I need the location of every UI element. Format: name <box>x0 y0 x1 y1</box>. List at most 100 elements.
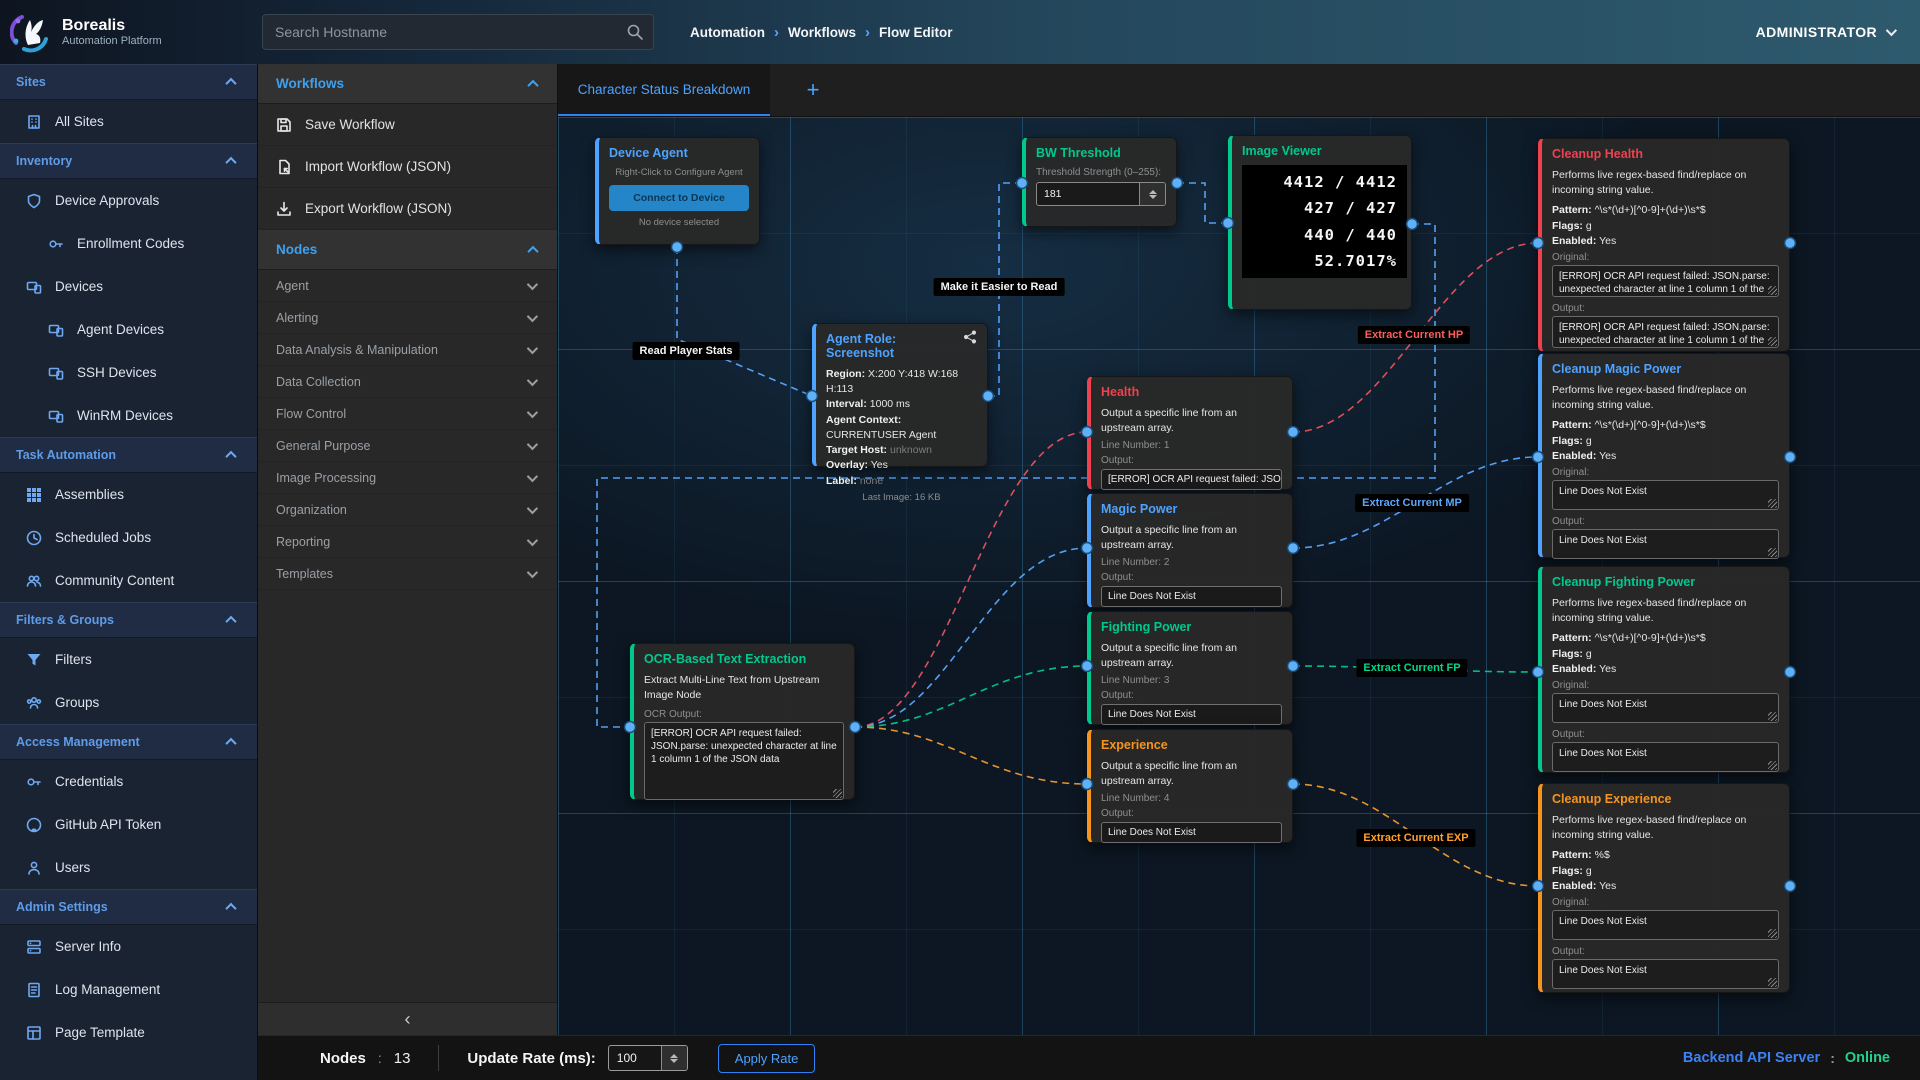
output-field[interactable]: [ERROR] OCR API request failed: JSON.par… <box>1101 469 1282 490</box>
sidebar-item-community-content[interactable]: Community Content <box>0 559 257 602</box>
section-filters-groups[interactable]: Filters & Groups <box>0 602 257 638</box>
sidebar-item-users[interactable]: Users <box>0 846 257 889</box>
sidebar-item-winrm-devices[interactable]: WinRM Devices <box>0 394 257 437</box>
pattern-value: ^\s*(\d+)[^0-9]+(\d+)\s*$ <box>1595 632 1706 644</box>
import-workflow-button[interactable]: Import Workflow (JSON) <box>258 146 557 188</box>
node-bw-threshold[interactable]: BW Threshold Threshold Strength (0–255): <box>1022 137 1177 227</box>
category-general-purpose[interactable]: General Purpose <box>258 430 557 462</box>
node-fighting-power[interactable]: Fighting Power Output a specific line fr… <box>1087 611 1293 725</box>
sidebar-item-enrollment-codes[interactable]: Enrollment Codes <box>0 222 257 265</box>
original-textarea[interactable]: Line Does Not Exist <box>1552 693 1779 723</box>
sidebar-item-all-sites[interactable]: All Sites <box>0 100 257 143</box>
crumb-flow-editor[interactable]: Flow Editor <box>879 25 953 40</box>
update-rate-input[interactable] <box>609 1046 661 1070</box>
output-textarea[interactable]: Line Does Not Exist <box>1552 959 1779 989</box>
output-field[interactable]: Line Does Not Exist <box>1101 586 1282 607</box>
output-label: Output: <box>1101 455 1282 466</box>
output-textarea[interactable]: Line Does Not Exist <box>1552 529 1779 559</box>
node-ocr-text-extraction[interactable]: OCR-Based Text Extraction Extract Multi-… <box>630 643 855 800</box>
original-textarea[interactable]: Line Does Not Exist <box>1552 910 1779 940</box>
section-task-automation[interactable]: Task Automation <box>0 437 257 473</box>
category-reporting[interactable]: Reporting <box>258 526 557 558</box>
tab-character-status-breakdown[interactable]: Character Status Breakdown <box>558 64 770 116</box>
node-title: Device Agent <box>609 146 749 160</box>
node-cleanup-health[interactable]: Cleanup Health Performs live regex-based… <box>1538 138 1790 352</box>
sidebar-item-server-info[interactable]: Server Info <box>0 925 257 968</box>
number-spinner[interactable] <box>661 1046 687 1070</box>
stat-line-mp: 427 / 427 <box>1252 199 1397 217</box>
clock-icon <box>26 530 42 546</box>
node-agent-role-screenshot[interactable]: Agent Role: Screenshot Region: X:200 Y:4… <box>812 323 988 467</box>
output-field[interactable]: Line Does Not Exist <box>1101 704 1282 725</box>
node-experience[interactable]: Experience Output a specific line from a… <box>1087 729 1293 843</box>
threshold-value-input[interactable] <box>1037 183 1139 205</box>
original-textarea[interactable]: [ERROR] OCR API request failed: JSON.par… <box>1552 265 1779 297</box>
apply-rate-button[interactable]: Apply Rate <box>718 1044 816 1073</box>
output-field[interactable]: Line Does Not Exist <box>1101 822 1282 843</box>
sidebar-item-device-approvals[interactable]: Device Approvals <box>0 179 257 222</box>
node-image-viewer[interactable]: Image Viewer 4412 / 4412 427 / 427 440 /… <box>1228 135 1412 310</box>
ocr-output-textarea[interactable]: [ERROR] OCR API request failed: JSON.par… <box>644 722 844 800</box>
sidebar-item-page-template[interactable]: Page Template <box>0 1011 257 1054</box>
category-organization[interactable]: Organization <box>258 494 557 526</box>
connect-to-device-button[interactable]: Connect to Device <box>609 185 749 211</box>
add-tab-button[interactable]: + <box>770 64 856 116</box>
status-bar: Nodes : 13 Update Rate (ms): Apply Rate … <box>258 1035 1920 1080</box>
item-label: Credentials <box>55 774 123 789</box>
crumb-workflows[interactable]: Workflows <box>788 25 856 40</box>
sidebar-item-ssh-devices[interactable]: SSH Devices <box>0 351 257 394</box>
node-cleanup-experience[interactable]: Cleanup Experience Performs live regex-b… <box>1538 783 1790 993</box>
sidebar-item-agent-devices[interactable]: Agent Devices <box>0 308 257 351</box>
export-workflow-button[interactable]: Export Workflow (JSON) <box>258 188 557 230</box>
number-spinner[interactable] <box>1139 183 1165 205</box>
category-data-analysis[interactable]: Data Analysis & Manipulation <box>258 334 557 366</box>
sidebar-item-devices[interactable]: Devices <box>0 265 257 308</box>
output-textarea[interactable]: Line Does Not Exist <box>1552 742 1779 772</box>
original-textarea[interactable]: Line Does Not Exist <box>1552 480 1779 510</box>
category-agent[interactable]: Agent <box>258 270 557 302</box>
sidebar-item-github-api-token[interactable]: GitHub API Token <box>0 803 257 846</box>
user-menu[interactable]: ADMINISTRATOR <box>1756 24 1894 40</box>
category-flow-control[interactable]: Flow Control <box>258 398 557 430</box>
section-inventory[interactable]: Inventory <box>0 143 257 179</box>
item-label: Users <box>55 860 90 875</box>
sidebar-item-groups[interactable]: Groups <box>0 681 257 724</box>
save-workflow-button[interactable]: Save Workflow <box>258 104 557 146</box>
borealis-app: Borealis Automation Platform Automation … <box>0 0 1920 1080</box>
workflows-header[interactable]: Workflows <box>258 64 557 104</box>
section-access-management[interactable]: Access Management <box>0 724 257 760</box>
node-cleanup-fighting-power[interactable]: Cleanup Fighting Power Performs live reg… <box>1538 566 1790 773</box>
section-admin-settings[interactable]: Admin Settings <box>0 889 257 925</box>
crumb-automation[interactable]: Automation <box>690 25 765 40</box>
nodes-header[interactable]: Nodes <box>258 230 557 270</box>
original-label: Original: <box>1552 680 1779 691</box>
chevron-up-icon <box>225 738 236 749</box>
sidebar-item-assemblies[interactable]: Assemblies <box>0 473 257 516</box>
category-templates[interactable]: Templates <box>258 558 557 590</box>
category-data-collection[interactable]: Data Collection <box>258 366 557 398</box>
collapse-panel-button[interactable]: ‹ <box>258 1002 557 1035</box>
share-icon[interactable] <box>963 330 977 344</box>
category-alerting[interactable]: Alerting <box>258 302 557 334</box>
node-cleanup-magic-power[interactable]: Cleanup Magic Power Performs live regex-… <box>1538 353 1790 558</box>
search-input[interactable] <box>262 14 654 50</box>
stat-line-exp: 52.7017% <box>1252 252 1397 270</box>
sidebar-item-filters[interactable]: Filters <box>0 638 257 681</box>
node-magic-power[interactable]: Magic Power Output a specific line from … <box>1087 493 1293 608</box>
node-health[interactable]: Health Output a specific line from an up… <box>1087 376 1293 490</box>
chevron-down-icon <box>527 406 538 417</box>
configure-hint: Right-Click to Configure Agent <box>609 167 749 178</box>
output-textarea[interactable]: [ERROR] OCR API request failed: JSON.par… <box>1552 316 1779 348</box>
output-label: Output: <box>1101 808 1282 819</box>
node-description: Output a specific line from an upstream … <box>1101 641 1282 671</box>
node-device-agent[interactable]: Device Agent Right-Click to Configure Ag… <box>595 137 760 245</box>
flow-canvas[interactable]: Device Agent Right-Click to Configure Ag… <box>558 117 1920 1035</box>
line-number-value: 3 <box>1164 675 1170 686</box>
sidebar-item-credentials[interactable]: Credentials <box>0 760 257 803</box>
category-image-processing[interactable]: Image Processing <box>258 462 557 494</box>
flags-value: g <box>1586 435 1592 447</box>
sidebar-item-scheduled-jobs[interactable]: Scheduled Jobs <box>0 516 257 559</box>
sidebar-item-log-management[interactable]: Log Management <box>0 968 257 1011</box>
section-sites[interactable]: Sites <box>0 64 257 100</box>
label-value: none <box>860 475 883 487</box>
